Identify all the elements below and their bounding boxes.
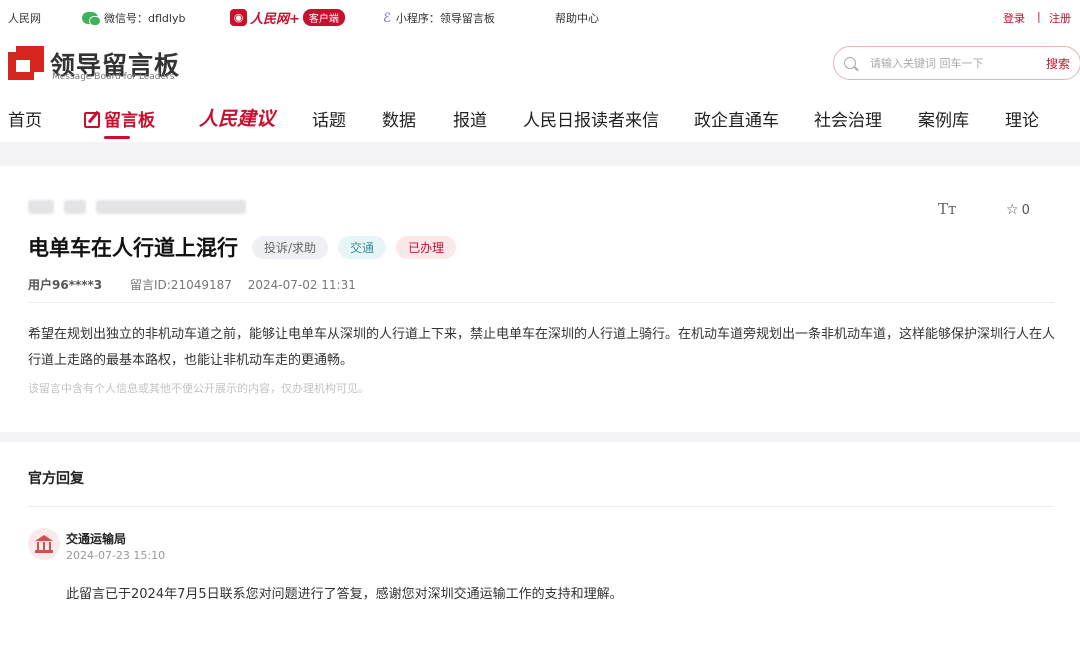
nav-item-home[interactable]: 首页	[8, 106, 42, 131]
reply-department: 交通运输局	[66, 532, 127, 546]
divider	[28, 302, 1054, 303]
privacy-note: 该留言中含有个人信息或其他不便公开展示的内容，仅办理机构可见。	[28, 382, 369, 395]
wechat-account[interactable]: 微信号：dfldlyb	[82, 10, 185, 26]
logo-icon[interactable]	[8, 46, 44, 80]
nav-item-social-governance[interactable]: 社会治理	[814, 106, 882, 131]
message-datetime: 2024-07-02 11:31	[247, 278, 356, 292]
miniprogram-label: 小程序：领导留言板	[395, 12, 495, 25]
nav-item-theory[interactable]: 理论	[1005, 106, 1039, 131]
app-name: 人民网+	[250, 11, 300, 27]
message-title: 电单车在人行道上混行	[28, 236, 238, 260]
app-client-link[interactable]: ◉ 人民网+ 客户端	[230, 8, 345, 27]
wechat-icon	[82, 12, 101, 26]
nav-item-data[interactable]: 数据	[382, 106, 416, 131]
nav-item-topics[interactable]: 话题	[312, 106, 346, 131]
reply-content: 此留言已于2024年7月5日联系您对问题进行了答复，感谢您对深圳交通运输工作的支…	[66, 587, 623, 602]
message-user: 用户96****3	[28, 278, 103, 292]
people-site-link[interactable]: 人民网	[8, 10, 41, 26]
nav-item-reports[interactable]: 报道	[453, 106, 487, 131]
search-box: 搜索	[833, 46, 1080, 80]
wechat-label: 微信号：dfldlyb	[104, 12, 186, 25]
government-building-icon	[35, 535, 53, 553]
search-button[interactable]: 搜索	[1046, 55, 1070, 72]
search-input[interactable]	[870, 55, 1030, 71]
reply-date: 2024-07-23 15:10	[66, 549, 166, 562]
message-meta: 用户96****3 留言ID:21049187 2024-07-02 11:31	[28, 276, 356, 293]
login-link[interactable]: 登录	[1003, 10, 1025, 26]
miniprogram-link[interactable]: ℰ 小程序：领导留言板	[383, 10, 495, 26]
favorite-button[interactable]: ☆ 0	[1006, 202, 1030, 218]
register-link[interactable]: 注册	[1049, 10, 1071, 26]
nav-item-message-board[interactable]: 留言板	[84, 106, 155, 139]
message-body: 希望在规划出独立的非机动车道之前，能够让电单车从深圳的人行道上下来，禁止电单车在…	[28, 327, 1056, 368]
message-id: 留言ID:21049187	[129, 278, 232, 292]
breadcrumb	[28, 200, 264, 214]
reply-heading: 官方回复	[28, 471, 84, 487]
logo-subtitle: Message Board for Leaders	[52, 72, 175, 82]
divider	[28, 506, 1054, 507]
nav-item-message-board-label: 留言板	[104, 111, 155, 131]
nav-item-readers-letters[interactable]: 人民日报读者来信	[523, 106, 659, 131]
category-tag[interactable]: 投诉/求助	[252, 235, 329, 259]
site-header: 领导留言板 Message Board for Leaders 搜索	[0, 34, 1080, 96]
edit-icon	[84, 112, 100, 128]
app-tag: 客户端	[302, 8, 345, 26]
official-reply-section: 官方回复 交通运输局 2024-07-23 15:10 此留言已于2024年7月…	[0, 442, 1080, 652]
status-badge: 已办理	[396, 235, 457, 259]
miniprogram-icon: ℰ	[383, 11, 391, 26]
login-register-separator: |	[1037, 10, 1041, 23]
help-center-link[interactable]: 帮助中心	[555, 10, 599, 26]
title-row: 电单车在人行道上混行 投诉/求助 交通 已办理	[28, 232, 466, 262]
font-size-icon[interactable]: Tт	[938, 200, 956, 218]
nav-item-people-proposal[interactable]: 人民建议	[199, 104, 275, 131]
search-icon	[844, 57, 856, 69]
favorite-count: 0	[1021, 203, 1030, 218]
people-app-icon: ◉	[230, 8, 247, 26]
avatar	[28, 528, 60, 560]
nav-item-gov-enterprise[interactable]: 政企直通车	[694, 106, 779, 131]
top-utility-bar: 人民网 微信号：dfldlyb ◉ 人民网+ 客户端 ℰ 小程序：领导留言板 帮助…	[0, 0, 1080, 34]
message-card: Tт ☆ 0 电单车在人行道上混行 投诉/求助 交通 已办理 用户96****3 …	[0, 166, 1080, 432]
nav-item-case-library[interactable]: 案例库	[918, 106, 969, 131]
star-icon: ☆	[1006, 202, 1019, 218]
main-nav: 首页 留言板 人民建议 话题 数据 报道 人民日报读者来信 政企直通车 社会治理…	[0, 96, 1080, 142]
field-tag[interactable]: 交通	[338, 235, 387, 259]
